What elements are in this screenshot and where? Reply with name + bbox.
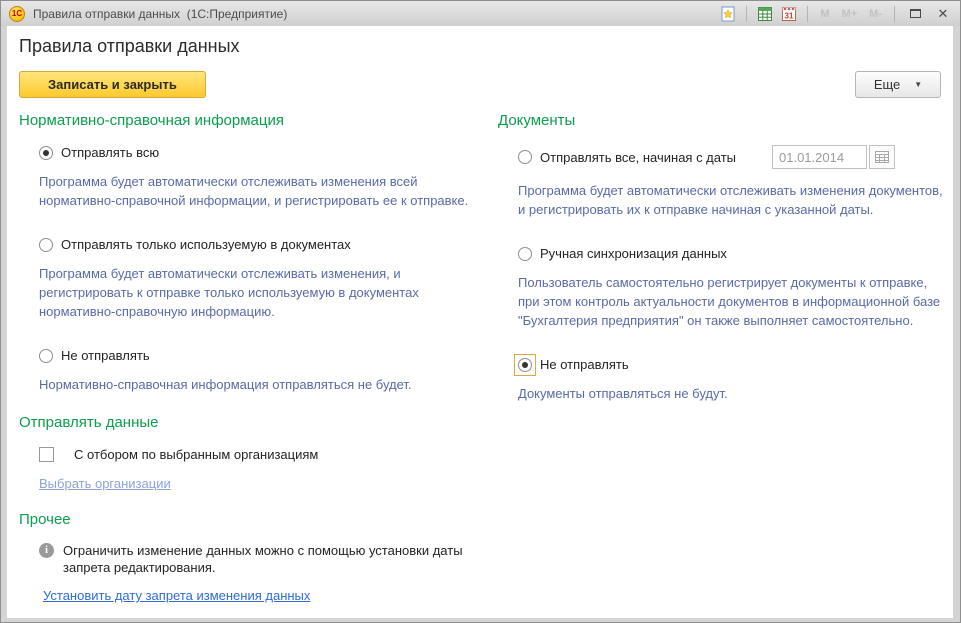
titlebar: 1С Правила отправки данных (1С:Предприят… [1,1,960,26]
memory-m-plus-button[interactable]: M+ [839,8,861,20]
select-organizations-link[interactable]: Выбрать организации [39,476,171,491]
app-window: 1С Правила отправки данных (1С:Предприят… [0,0,961,623]
calendar-picker-button[interactable] [869,145,895,169]
page-title: Правила отправки данных [19,36,941,57]
nsi-column: Нормативно-справочная информация Отправл… [19,112,486,605]
titlebar-separator [807,6,808,22]
radio-label: Ручная синхронизация данных [540,246,727,261]
radio-no-send-docs[interactable]: Не отправлять [518,357,950,372]
radio-no-send-nsi[interactable]: Не отправлять [39,348,486,363]
radio-icon[interactable] [518,150,532,164]
save-and-close-button[interactable]: Записать и закрыть [19,71,206,98]
close-icon: ✕ [938,7,949,20]
nsi-option-note: Программа будет автоматически отслеживат… [39,264,471,321]
radio-label: Отправлять все, начиная с даты [540,150,736,165]
form-content: Правила отправки данных Записать и закры… [7,26,953,618]
documents-option-note: Пользователь самостоятельно регистрирует… [518,273,950,330]
radio-send-all-docs-from-date[interactable]: Отправлять все, начиная с даты [518,145,950,169]
checkbox-label: С отбором по выбранным организациям [74,447,318,462]
radio-manual-sync[interactable]: Ручная синхронизация данных [518,246,950,261]
info-text: Ограничить изменение данных можно с помо… [63,542,486,576]
more-button[interactable]: Еще ▼ [855,71,941,98]
documents-section-heading: Документы [498,112,950,129]
radio-send-all-nsi[interactable]: Отправлять всю [39,145,486,160]
maximize-icon [910,9,921,18]
titlebar-separator [894,6,895,22]
radio-icon[interactable] [39,238,53,252]
info-row: i Ограничить изменение данных можно с по… [39,542,486,576]
nsi-option-note: Нормативно-справочная информация отправл… [39,375,471,394]
radio-label: Отправлять всю [61,145,159,160]
calendar-grid-icon [875,151,889,163]
radio-label: Не отправлять [540,357,629,372]
documents-option-note: Документы отправляться не будут. [518,384,950,403]
set-restriction-date-link[interactable]: Установить дату запрета изменения данных [43,588,310,603]
titlebar-separator [746,6,747,22]
calculator-icon[interactable] [756,5,774,22]
close-button[interactable]: ✕ [932,5,954,23]
svg-text:31: 31 [785,11,794,20]
maximize-button[interactable] [904,5,926,23]
focus-outline [514,354,536,376]
documents-column: Документы Отправлять все, начиная с даты… [498,112,950,605]
other-section-heading: Прочее [19,511,486,528]
checkbox-icon[interactable] [39,447,54,462]
info-icon: i [39,543,54,558]
1c-logo-icon: 1С [9,6,25,22]
radio-icon[interactable] [39,349,53,363]
nsi-section-heading: Нормативно-справочная информация [19,112,486,129]
radio-icon[interactable] [518,247,532,261]
filter-by-orgs-checkbox-row[interactable]: С отбором по выбранным организациям [39,447,486,462]
more-button-label: Еще [874,77,900,92]
favorites-icon[interactable] [719,5,737,22]
radio-icon[interactable] [39,146,53,160]
toolbar: Записать и закрыть Еще ▼ [19,71,941,98]
chevron-down-icon: ▼ [914,80,922,89]
calendar-icon[interactable]: 31 [780,5,798,22]
window-title: Правила отправки данных (1С:Предприятие) [33,7,719,21]
documents-option-note: Программа будет автоматически отслеживат… [518,181,950,219]
radio-label: Отправлять только используемую в докумен… [61,237,351,252]
radio-icon[interactable] [518,358,532,372]
send-data-section-heading: Отправлять данные [19,414,486,431]
memory-m-button[interactable]: M [817,8,832,20]
start-date-input[interactable] [772,145,867,169]
radio-label: Не отправлять [61,348,150,363]
radio-send-used-nsi[interactable]: Отправлять только используемую в докумен… [39,237,486,252]
start-date-field-group [772,145,895,169]
memory-m-minus-button[interactable]: M- [866,8,885,20]
nsi-option-note: Программа будет автоматически отслеживат… [39,172,471,210]
